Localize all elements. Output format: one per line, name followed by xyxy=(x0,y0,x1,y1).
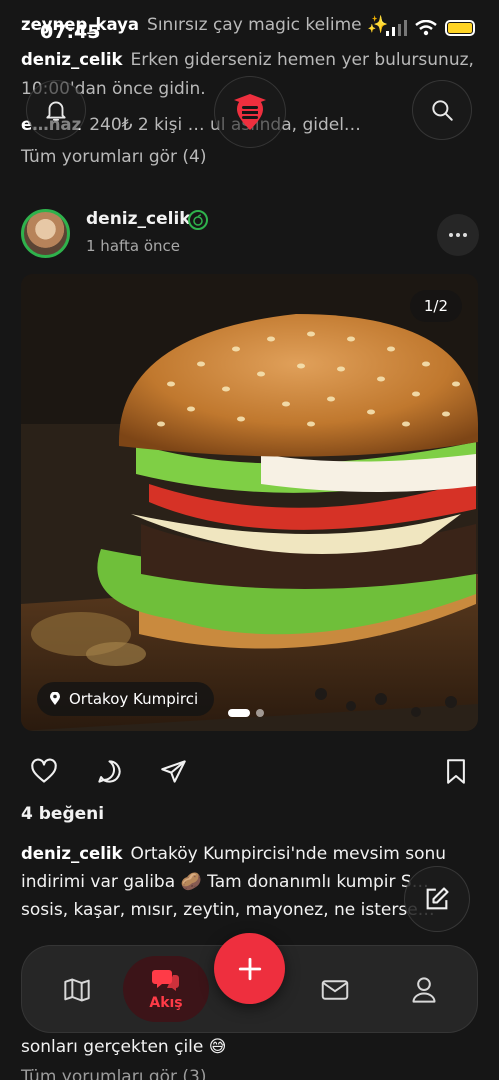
post-time: 1 hafta önce xyxy=(86,237,181,255)
avatar[interactable] xyxy=(21,209,70,258)
send-icon xyxy=(160,759,186,783)
edit-icon xyxy=(426,887,449,910)
nav-messages[interactable] xyxy=(305,960,365,1020)
feed-icon xyxy=(152,970,179,991)
verified-badge-icon xyxy=(188,210,208,230)
heart-icon xyxy=(31,758,57,783)
comment-username[interactable]: deniz_celik xyxy=(21,50,123,69)
map-icon xyxy=(64,978,90,1002)
edit-post-button[interactable] xyxy=(404,866,470,932)
location-pin-icon xyxy=(50,692,60,705)
nav-map[interactable] xyxy=(47,960,107,1020)
bell-icon xyxy=(46,101,66,121)
add-post-button[interactable] xyxy=(214,933,285,1004)
location-label: Ortakoy Kumpirci xyxy=(69,690,199,708)
profile-icon xyxy=(412,977,436,1003)
caption-username[interactable]: deniz_celik xyxy=(21,844,123,863)
signal-icon xyxy=(386,20,407,36)
carousel-dot-active xyxy=(228,709,250,717)
comment-button[interactable] xyxy=(94,756,124,786)
carousel-indicator xyxy=(228,709,264,717)
add-icon xyxy=(238,957,261,980)
app-logo-icon xyxy=(234,94,266,130)
post-username[interactable]: deniz_celik xyxy=(86,209,191,229)
save-button[interactable] xyxy=(441,756,471,786)
more-options-button[interactable] xyxy=(437,214,479,256)
battery-icon xyxy=(445,20,475,36)
share-button[interactable] xyxy=(158,756,188,786)
wifi-icon xyxy=(415,20,437,36)
like-button[interactable] xyxy=(29,756,59,786)
nav-feed-label: Akış xyxy=(149,995,183,1011)
search-icon xyxy=(432,100,453,121)
like-count[interactable]: 4 beğeni xyxy=(21,804,104,824)
nav-profile[interactable] xyxy=(394,960,454,1020)
view-all-comments-link[interactable]: Tüm yorumları gör (4) xyxy=(21,147,207,167)
location-chip[interactable]: Ortakoy Kumpirci xyxy=(37,682,215,716)
next-comment-text: sonları gerçekten çile 😅 xyxy=(21,1037,227,1057)
image-counter: 1/2 xyxy=(409,290,462,322)
status-icons xyxy=(385,20,475,36)
search-button[interactable] xyxy=(412,80,472,140)
comment-text: Sınırsız çay magic kelime ✨ xyxy=(147,15,389,35)
app-logo-button[interactable] xyxy=(214,76,286,148)
post-image[interactable]: 1/2 Ortakoy Kumpirci xyxy=(21,274,478,731)
notifications-button[interactable] xyxy=(26,80,86,140)
nav-feed[interactable]: Akış xyxy=(123,956,209,1022)
status-time: 07:45 xyxy=(40,21,101,43)
carousel-dot[interactable] xyxy=(256,709,264,717)
mail-icon xyxy=(321,980,349,1000)
comment-icon xyxy=(97,759,121,783)
next-view-all-comments[interactable]: Tüm yorumları gör (3) xyxy=(21,1067,207,1080)
bookmark-icon xyxy=(447,758,465,784)
burger-illustration xyxy=(21,274,478,731)
